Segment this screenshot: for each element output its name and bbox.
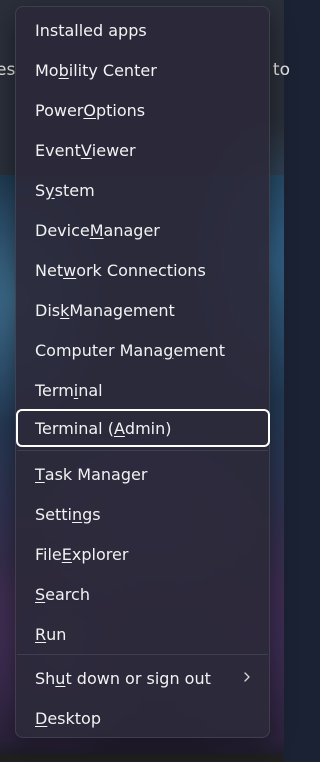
menu-item-terminal-admin[interactable]: Terminal (Admin)	[16, 409, 270, 447]
menu-item-device-manager[interactable]: Device Manager	[18, 212, 269, 248]
background-window-text-right: to	[272, 60, 290, 80]
menu-item-desktop[interactable]: Desktop	[18, 700, 269, 736]
menu-item-terminal[interactable]: Term i nal	[18, 372, 269, 408]
quick-link-menu: Installed apps Mo b ility Center Power Opt…	[15, 6, 270, 738]
menu-item-shut-down-or-sign-out[interactable]: Sh u t down or sign out	[18, 660, 269, 696]
menu-item-run[interactable]: Run	[18, 616, 269, 652]
chevron-right-icon	[244, 672, 250, 682]
menu-separator	[17, 450, 268, 451]
taskbar-edge	[0, 754, 284, 762]
menu-item-installed-apps[interactable]: Installed apps	[18, 12, 269, 48]
menu-item-power-options[interactable]: Power Options	[18, 92, 269, 128]
menu-item-network-connections[interactable]: Net w ork Connections	[18, 252, 269, 288]
menu-item-file-explorer[interactable]: File Explorer	[18, 536, 269, 572]
menu-item-event-viewer[interactable]: Event Viewer	[18, 132, 269, 168]
menu-item-system[interactable]: Sy stem	[18, 172, 269, 208]
menu-item-mobility-center[interactable]: Mo b ility Center	[18, 52, 269, 88]
menu-item-task-manager[interactable]: Task Manager	[18, 456, 269, 492]
menu-separator	[17, 654, 268, 655]
menu-item-computer-management[interactable]: Computer Mana g ement	[18, 332, 269, 368]
menu-item-settings[interactable]: Setti n gs	[18, 496, 269, 532]
menu-item-disk-management[interactable]: Dis k Management	[18, 292, 269, 328]
menu-item-search[interactable]: Search	[18, 576, 269, 612]
background-window-text-left: es	[0, 60, 16, 80]
